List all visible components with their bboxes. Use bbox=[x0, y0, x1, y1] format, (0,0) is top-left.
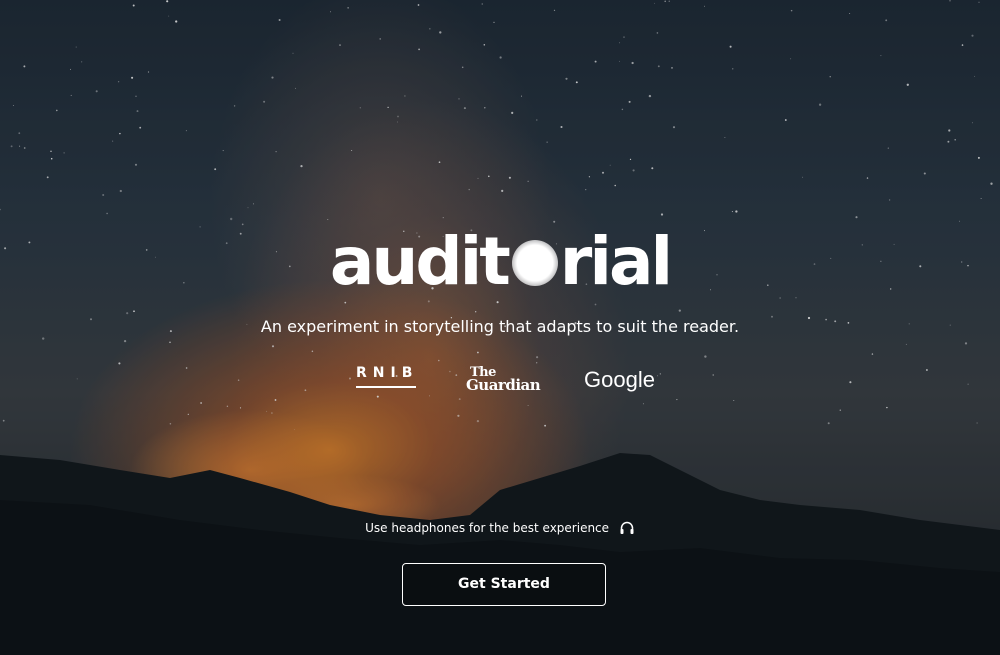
headphones-icon bbox=[620, 521, 634, 534]
partner-logos: RNIB The Guardian Google bbox=[0, 362, 1000, 398]
google-logo: Google bbox=[584, 367, 655, 392]
logo-dot-icon bbox=[511, 240, 558, 286]
headphones-hint: Use headphones for the best experience bbox=[0, 518, 1000, 538]
rnib-logo: RNIB bbox=[356, 365, 416, 388]
logo-text-start: audit bbox=[329, 223, 511, 300]
tagline: An experiment in storytelling that adapt… bbox=[260, 317, 740, 336]
guardian-logo: The Guardian bbox=[466, 366, 546, 394]
auditorial-logo: audit rial bbox=[0, 222, 1000, 302]
headphones-hint-text: Use headphones for the best experience bbox=[365, 521, 610, 535]
logo-text-end: rial bbox=[559, 223, 673, 300]
get-started-button[interactable]: Get Started bbox=[402, 563, 606, 606]
landing-page: audit rial An experiment in storytelling … bbox=[0, 0, 1000, 655]
guardian-logo-name: Guardian bbox=[466, 376, 541, 394]
